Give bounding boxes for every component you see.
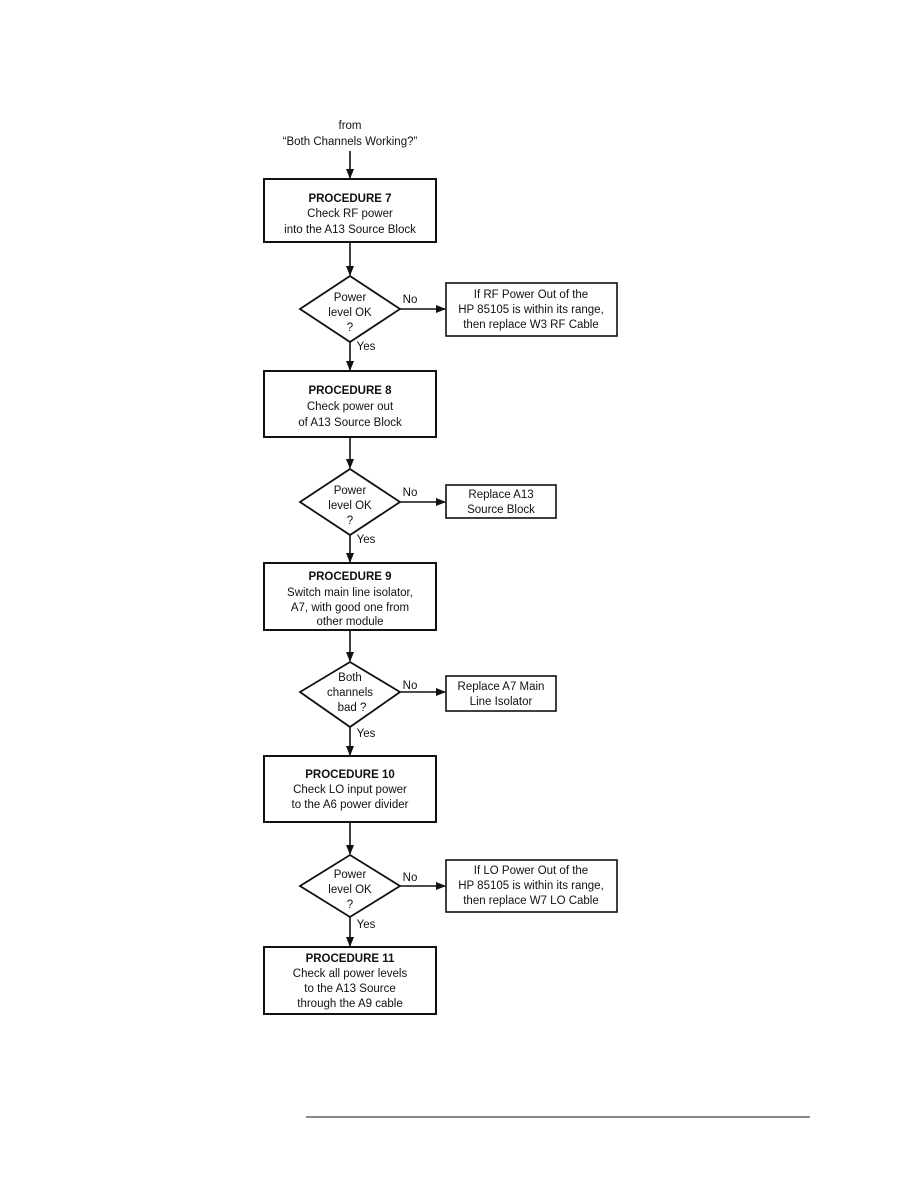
svg-text:other module: other module	[316, 616, 383, 628]
svg-text:Check RF power: Check RF power	[307, 208, 393, 220]
svg-text:Yes: Yes	[357, 919, 376, 931]
svg-text:Source Block: Source Block	[467, 504, 535, 516]
svg-text:then replace W7 LO Cable: then replace W7 LO Cable	[463, 895, 599, 907]
svg-text:bad ?: bad ?	[338, 702, 367, 714]
svg-text:HP 85105 is within its range,: HP 85105 is within its range,	[458, 304, 604, 316]
svg-text:from: from	[339, 120, 362, 132]
svg-text:?: ?	[347, 899, 353, 911]
svg-text:Power: Power	[334, 485, 367, 497]
svg-text:A7, with good one from: A7, with good one from	[291, 602, 409, 614]
svg-text:?: ?	[347, 322, 353, 334]
svg-text:channels: channels	[327, 687, 373, 699]
svg-text:PROCEDURE 8: PROCEDURE 8	[308, 385, 392, 397]
svg-text:PROCEDURE 7: PROCEDURE 7	[308, 193, 391, 205]
svg-text:to the A13 Source: to the A13 Source	[304, 983, 395, 995]
svg-text:to the A6 power divider: to the A6 power divider	[292, 799, 409, 811]
svg-text:Yes: Yes	[357, 341, 376, 353]
svg-text:level OK: level OK	[328, 307, 372, 319]
svg-text:then replace W3 RF Cable: then replace W3 RF Cable	[463, 319, 599, 331]
svg-text:Switch main line isolator,: Switch main line isolator,	[287, 587, 413, 599]
svg-text:HP 85105 is within its range,: HP 85105 is within its range,	[458, 880, 604, 892]
svg-text:Yes: Yes	[357, 534, 376, 546]
svg-text:Replace A13: Replace A13	[468, 489, 533, 501]
decision-3-diamond: Both channels bad ? No Yes	[298, 660, 418, 740]
procedure-7-box: PROCEDURE 7 Check RF power into the A13 …	[263, 178, 437, 243]
svg-text:of A13 Source Block: of A13 Source Block	[298, 417, 402, 429]
svg-text:No: No	[403, 487, 418, 499]
result-4-box: If LO Power Out of the HP 85105 is withi…	[445, 859, 618, 913]
procedure-8-box: PROCEDURE 8 Check power out of A13 Sourc…	[263, 370, 437, 438]
svg-text:level OK: level OK	[328, 884, 372, 896]
svg-text:PROCEDURE 9: PROCEDURE 9	[308, 571, 391, 583]
svg-text:“Both Channels Working?”: “Both Channels Working?”	[283, 136, 418, 148]
decision-1-diamond: Power level OK ? No Yes	[298, 274, 418, 353]
svg-text:Power: Power	[334, 869, 367, 881]
decision-2-diamond: Power level OK ? No Yes	[298, 467, 418, 546]
svg-text:No: No	[403, 294, 418, 306]
svg-text:Yes: Yes	[357, 728, 376, 740]
svg-text:through the A9 cable: through the A9 cable	[297, 998, 403, 1010]
result-1-box: If RF Power Out of the HP 85105 is withi…	[445, 282, 618, 337]
svg-text:Check all power levels: Check all power levels	[293, 968, 408, 980]
procedure-10-box: PROCEDURE 10 Check LO input power to the…	[263, 755, 437, 823]
decision-4-diamond: Power level OK ? No Yes	[298, 853, 418, 931]
svg-text:into the A13 Source Block: into the A13 Source Block	[284, 224, 416, 236]
svg-text:Both: Both	[338, 672, 362, 684]
result-3-box: Replace A7 Main Line Isolator	[445, 675, 557, 712]
procedure-9-box: PROCEDURE 9 Switch main line isolator, A…	[263, 562, 437, 631]
connectors	[346, 151, 446, 947]
svg-text:PROCEDURE 11: PROCEDURE 11	[306, 953, 395, 965]
svg-text:No: No	[403, 680, 418, 692]
svg-text:Line Isolator: Line Isolator	[470, 696, 533, 708]
svg-text:Power: Power	[334, 292, 367, 304]
svg-text:Check LO input power: Check LO input power	[293, 784, 407, 796]
svg-text:Check power out: Check power out	[307, 401, 394, 413]
procedure-11-box: PROCEDURE 11 Check all power levels to t…	[263, 946, 437, 1015]
start-label: from “Both Channels Working?”	[283, 120, 418, 148]
svg-text:No: No	[403, 872, 418, 884]
svg-text:PROCEDURE 10: PROCEDURE 10	[305, 769, 394, 781]
svg-text:If RF Power Out of the: If RF Power Out of the	[474, 289, 588, 301]
troubleshooting-flowchart: from “Both Channels Working?” PROCEDURE …	[263, 120, 810, 1118]
svg-text:?: ?	[347, 515, 353, 527]
result-2-box: Replace A13 Source Block	[445, 484, 557, 519]
svg-text:If LO Power Out of the: If LO Power Out of the	[474, 865, 588, 877]
svg-text:level OK: level OK	[328, 500, 372, 512]
svg-text:Replace A7 Main: Replace A7 Main	[458, 681, 545, 693]
